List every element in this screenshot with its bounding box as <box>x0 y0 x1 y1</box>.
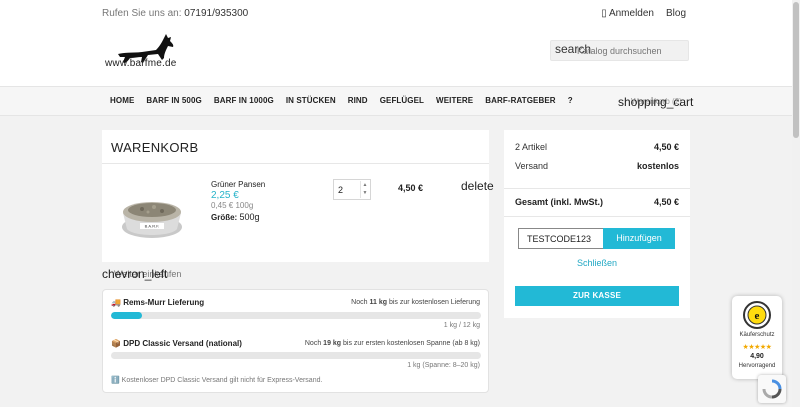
recaptcha-logo <box>762 379 782 399</box>
trusted-shops-seal-icon: e <box>743 301 771 329</box>
nav-item-barf-1000g[interactable]: BARF IN 1000G <box>208 96 280 105</box>
trust-label: Käuferschutz <box>739 332 775 338</box>
cart-title: WARENKORB <box>111 140 199 155</box>
scrollbar-thumb[interactable] <box>793 2 799 138</box>
chevron-left-icon: chevron_left <box>102 267 168 281</box>
nav-items: HOME BARF IN 500G BARF IN 1000G IN STÜCK… <box>104 96 579 105</box>
phone-label: Rufen Sie uns an: <box>102 8 182 19</box>
recaptcha-icon[interactable] <box>758 375 786 403</box>
svg-text:B.A.R.F.: B.A.R.F. <box>145 224 160 229</box>
note-prefix: Noch <box>304 340 322 347</box>
divider <box>102 163 489 164</box>
note-prefix: Noch <box>351 299 368 306</box>
search-input[interactable] <box>577 44 687 58</box>
trust-score: 4,90 <box>750 353 764 360</box>
chevron-up-icon[interactable]: ▲ <box>361 181 369 189</box>
delete-icon[interactable]: delete <box>461 179 494 193</box>
progress-caption: 1 kg (Spanne: 8–20 kg) <box>407 362 480 369</box>
voucher-field <box>518 228 604 249</box>
svg-text:e: e <box>755 310 760 322</box>
cart-card: WARENKORB B.A.R.F. Grüner Pansen 2,25 € … <box>102 130 494 262</box>
truck-icon: 🚚 <box>111 298 121 307</box>
shipping-progress-box: 🚚 Rems-Murr Lieferung Noch 11 kg bis zur… <box>102 289 489 393</box>
size-value: 500g <box>239 212 260 222</box>
nav-item-in-stuecken[interactable]: IN STÜCKEN <box>280 96 342 105</box>
product-unit-price: 0,45 € 100g <box>211 201 254 210</box>
shipping-row-title-text: DPD Classic Versand (national) <box>123 339 242 348</box>
login-label: Anmelden <box>608 8 654 19</box>
shipping-footnote-text: Kostenloser DPD Classic Versand gilt nic… <box>121 377 323 384</box>
product-price: 2,25 € <box>211 190 239 201</box>
voucher-input[interactable] <box>527 232 601 246</box>
note-suffix: bis zur kostenlosen Lieferung <box>388 299 480 306</box>
size-label: Größe: <box>211 213 238 222</box>
nav-item-home[interactable]: HOME <box>104 96 140 105</box>
order-summary: 2 Artikel 4,50 € Versand kostenlos Gesamt … <box>504 130 690 318</box>
nav-item-weitere[interactable]: WEITERE <box>430 96 479 105</box>
quantity-input[interactable] <box>338 183 358 197</box>
user-icon: ▯ <box>601 8 607 19</box>
progress-bar <box>111 312 481 319</box>
add-voucher-button[interactable]: Hinzufügen <box>603 228 675 249</box>
top-links: ▯ Anmelden Blog <box>601 8 686 19</box>
quantity-stepper: ▲ ▼ <box>333 179 371 200</box>
shipping-row-title: 📦 DPD Classic Versand (national) <box>111 339 242 348</box>
product-size: Größe: 500g <box>211 212 260 222</box>
progress-bar <box>111 352 481 359</box>
top-header: Rufen Sie uns an: 07191/935300 ▯ Anmelde… <box>0 0 800 86</box>
scrollbar[interactable] <box>792 0 800 407</box>
shipping-label: Versand <box>515 161 549 171</box>
main-nav: HOME BARF IN 500G BARF IN 1000G IN STÜCK… <box>0 86 800 116</box>
chevron-down-icon[interactable]: ▼ <box>361 189 369 197</box>
package-icon: 📦 <box>111 339 121 348</box>
quantity-controls: ▲ ▼ <box>360 181 369 198</box>
progress-bar-fill <box>111 312 142 319</box>
total-label: Gesamt (inkl. MwSt.) <box>515 197 604 207</box>
continue-shopping-link[interactable]: Weiter einkaufen chevron_left <box>102 267 181 281</box>
total-value: 4,50 € <box>653 197 679 207</box>
line-total: 4,50 € <box>398 183 424 193</box>
info-icon: ℹ️ <box>111 377 120 384</box>
divider <box>504 216 690 217</box>
nav-item-gefluegel[interactable]: GEFLÜGEL <box>374 96 430 105</box>
product-image[interactable]: B.A.R.F. <box>118 179 186 244</box>
checkout-button[interactable]: ZUR KASSE <box>515 286 679 306</box>
trust-rating: Hervorragend <box>738 363 776 369</box>
shipping-row-note: Noch 11 kg bis zur kostenlosen Lieferung <box>351 299 480 306</box>
shopping-cart-icon[interactable]: shopping_cart <box>618 95 693 109</box>
nav-item-help[interactable]: ? <box>562 96 579 105</box>
items-label: 2 Artikel <box>515 142 548 152</box>
search-box[interactable]: search <box>550 40 689 61</box>
star-rating-icon: ★★★★★ <box>742 344 772 351</box>
note-amount: 19 kg <box>323 340 342 347</box>
shipping-row-note: Noch 19 kg bis zur ersten kostenlosen Sp… <box>305 340 480 347</box>
note-amount: 11 kg <box>369 299 387 306</box>
items-value: 4,50 € <box>653 142 679 152</box>
progress-caption: 1 kg / 12 kg <box>443 322 480 329</box>
divider <box>504 188 690 189</box>
note-suffix: bis zur ersten kostenlosen Spanne (ab 8 … <box>343 340 480 347</box>
summary-items-row: 2 Artikel 4,50 € <box>515 142 679 152</box>
close-voucher-link[interactable]: Schließen <box>504 258 690 268</box>
shipping-row-title-text: Rems-Murr Lieferung <box>123 298 205 307</box>
blog-link[interactable]: Blog <box>666 8 686 19</box>
shipping-footnote: ℹ️ Kostenloser DPD Classic Versand gilt … <box>111 376 322 384</box>
phone-number[interactable]: 07191/935300 <box>184 8 248 19</box>
nav-item-rind[interactable]: RIND <box>342 96 374 105</box>
summary-shipping-row: Versand kostenlos <box>515 161 679 171</box>
logo-text: www.barfme.de <box>105 58 177 69</box>
nav-item-barf-500g[interactable]: BARF IN 500G <box>140 96 207 105</box>
shipping-row-title: 🚚 Rems-Murr Lieferung <box>111 298 204 307</box>
product-name[interactable]: Grüner Pansen <box>211 180 265 189</box>
login-link[interactable]: ▯ Anmelden <box>601 8 654 19</box>
nav-item-barf-ratgeber[interactable]: BARF-RATGEBER <box>479 96 561 105</box>
shipping-value: kostenlos <box>636 161 679 171</box>
phone-info: Rufen Sie uns an: 07191/935300 <box>102 8 248 19</box>
summary-total-row: Gesamt (inkl. MwSt.) 4,50 € <box>515 197 679 207</box>
trust-badge[interactable]: e Käuferschutz ★★★★★ 4,90 Hervorragend <box>732 296 782 379</box>
